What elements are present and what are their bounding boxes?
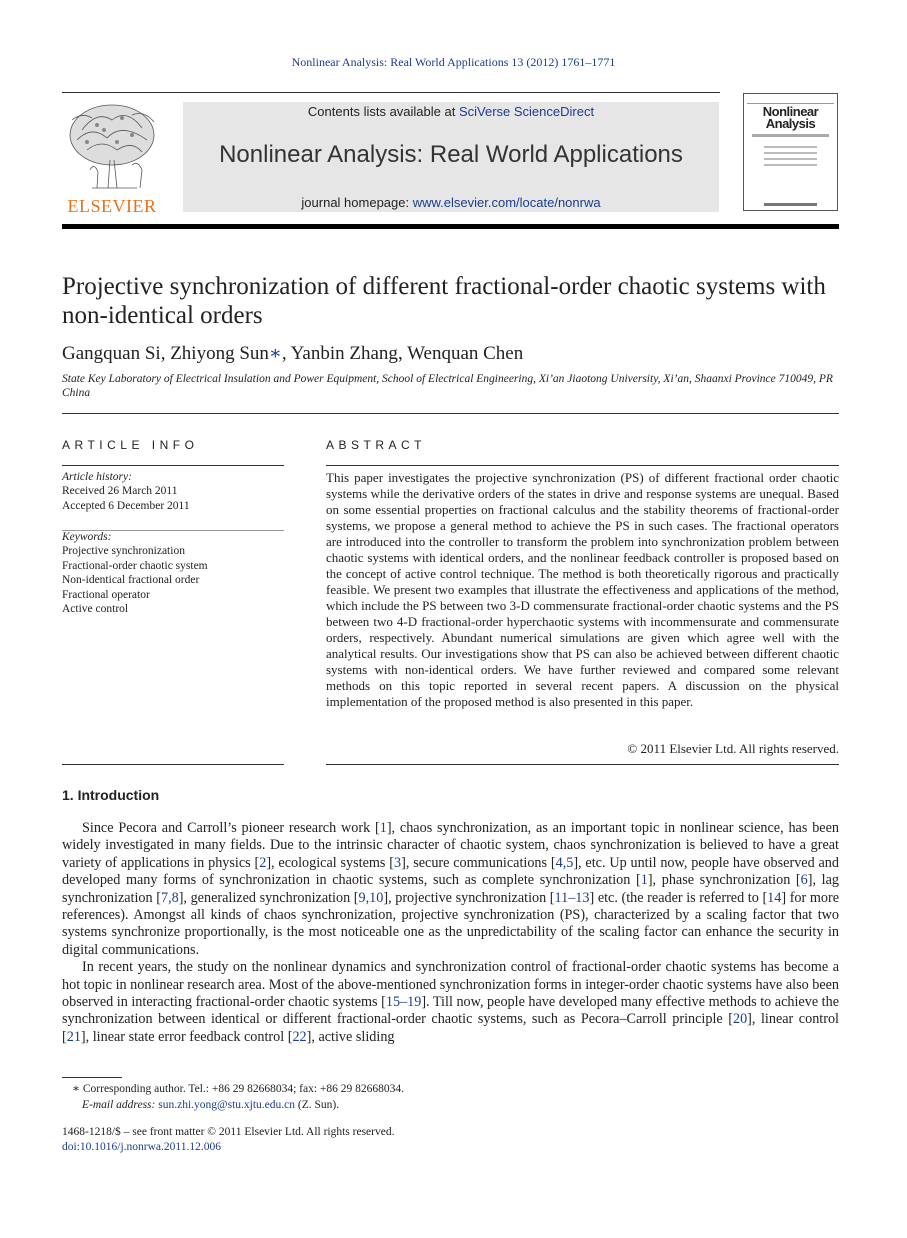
email-link[interactable]: sun.zhi.yong@stu.xjtu.edu.cn	[158, 1099, 295, 1111]
received-date: Received 26 March 2011	[62, 485, 178, 498]
title-block-rule	[62, 413, 839, 414]
abstract-text: This paper investigates the projective s…	[326, 470, 839, 709]
elsevier-wordmark: ELSEVIER	[67, 196, 157, 216]
citation-link[interactable]: 20	[733, 1011, 747, 1027]
citation-link[interactable]: 7,8	[161, 890, 179, 906]
cover-title: Nonlinear Analysis	[762, 104, 819, 131]
keywords-block: Keywords: Projective synchronization Fra…	[62, 530, 284, 616]
keyword: Projective synchronization	[62, 545, 185, 558]
history-label: Article history:	[62, 471, 132, 483]
citation-link[interactable]: 9,10	[359, 890, 384, 906]
article-info-bottom-rule	[62, 764, 284, 765]
contents-line: Contents lists available at SciVerse Sci…	[183, 104, 719, 119]
footnote: ∗ Corresponding author. Tel.: +86 29 826…	[62, 1081, 562, 1113]
citation-link[interactable]: 21	[67, 1029, 81, 1045]
citation-link[interactable]: 2	[259, 855, 266, 871]
corresponding-footnote: ∗ Corresponding author. Tel.: +86 29 826…	[62, 1081, 562, 1097]
keyword: Fractional operator	[62, 588, 150, 601]
affiliation: State Key Laboratory of Electrical Insul…	[62, 373, 833, 399]
journal-title: Nonlinear Analysis: Real World Applicati…	[219, 141, 683, 168]
author: Yanbin Zhang	[290, 343, 398, 364]
citation-link[interactable]: 14	[767, 890, 781, 906]
introduction-body: Since Pecora and Carroll’s pioneer resea…	[62, 820, 839, 1046]
keyword: Non-identical fractional order	[62, 574, 200, 587]
email-suffix: (Z. Sun).	[295, 1099, 340, 1111]
abstract-copyright: © 2011 Elsevier Ltd. All rights reserved…	[627, 741, 839, 756]
cover-text-lines	[764, 146, 817, 170]
footnote-rule	[62, 1077, 122, 1078]
contents-prefix: Contents lists available at	[307, 104, 459, 119]
abstract-bottom-rule	[326, 764, 839, 765]
citation-link[interactable]: 4,5	[556, 855, 574, 871]
citation-link[interactable]: 15–19	[386, 994, 421, 1010]
footnote-mark: ∗	[72, 1083, 80, 1095]
doi-link[interactable]: doi:10.1016/j.nonrwa.2011.12.006	[62, 1140, 394, 1155]
corresponding-author-mark[interactable]: ∗	[269, 343, 282, 364]
citation-link[interactable]: 11–13	[555, 890, 590, 906]
header-rule	[62, 92, 720, 93]
running-head[interactable]: Nonlinear Analysis: Real World Applicati…	[0, 55, 907, 70]
abstract-rule	[326, 465, 839, 466]
journal-cover-thumbnail: Nonlinear Analysis	[743, 93, 838, 211]
accepted-date: Accepted 6 December 2011	[62, 499, 190, 512]
citation-link[interactable]: 22	[292, 1029, 306, 1045]
header-thick-rule	[62, 224, 839, 229]
author: Wenquan Chen	[407, 343, 524, 364]
sciencedirect-link[interactable]: SciVerse ScienceDirect	[459, 104, 594, 119]
corresponding-text: Corresponding author. Tel.: +86 29 82668…	[82, 1083, 405, 1095]
cover-subtitle-bar	[752, 134, 829, 137]
abstract-heading: ABSTRACT	[326, 438, 427, 452]
homepage-line: journal homepage: www.elsevier.com/locat…	[183, 195, 719, 210]
author: Zhiyong Sun	[170, 343, 269, 364]
citation-link[interactable]: 3	[394, 855, 401, 871]
journal-homepage-link[interactable]: www.elsevier.com/locate/nonrwa	[413, 195, 601, 210]
front-matter: 1468-1218/$ – see front matter © 2011 El…	[62, 1125, 394, 1155]
article-history: Article history: Received 26 March 2011 …	[62, 470, 284, 513]
issn-line: 1468-1218/$ – see front matter © 2011 El…	[62, 1126, 395, 1138]
citation-link[interactable]: 6	[801, 872, 808, 888]
author: Gangquan Si	[62, 343, 161, 364]
author-list: Gangquan Si, Zhiyong Sun∗, Yanbin Zhang,…	[62, 343, 524, 364]
keyword: Active control	[62, 603, 129, 616]
cover-header-strip	[747, 97, 834, 104]
keyword: Fractional-order chaotic system	[62, 559, 208, 572]
paragraph: In recent years, the study on the nonlin…	[62, 959, 840, 1045]
cover-footer	[764, 203, 817, 206]
section-heading-introduction: 1. Introduction	[62, 787, 160, 803]
article-info-heading: ARTICLE INFO	[62, 438, 199, 452]
email-footnote: E-mail address: sun.zhi.yong@stu.xjtu.ed…	[62, 1097, 562, 1113]
citation-link[interactable]: 1	[380, 820, 387, 836]
email-label: E-mail address:	[82, 1099, 156, 1111]
article-info-rule	[62, 465, 284, 466]
homepage-prefix: journal homepage:	[301, 195, 413, 210]
paragraph: Since Pecora and Carroll’s pioneer resea…	[62, 820, 840, 958]
article-title: Projective synchronization of different …	[62, 273, 826, 329]
citation-link[interactable]: 1	[641, 872, 648, 888]
keywords-label: Keywords:	[62, 531, 112, 543]
